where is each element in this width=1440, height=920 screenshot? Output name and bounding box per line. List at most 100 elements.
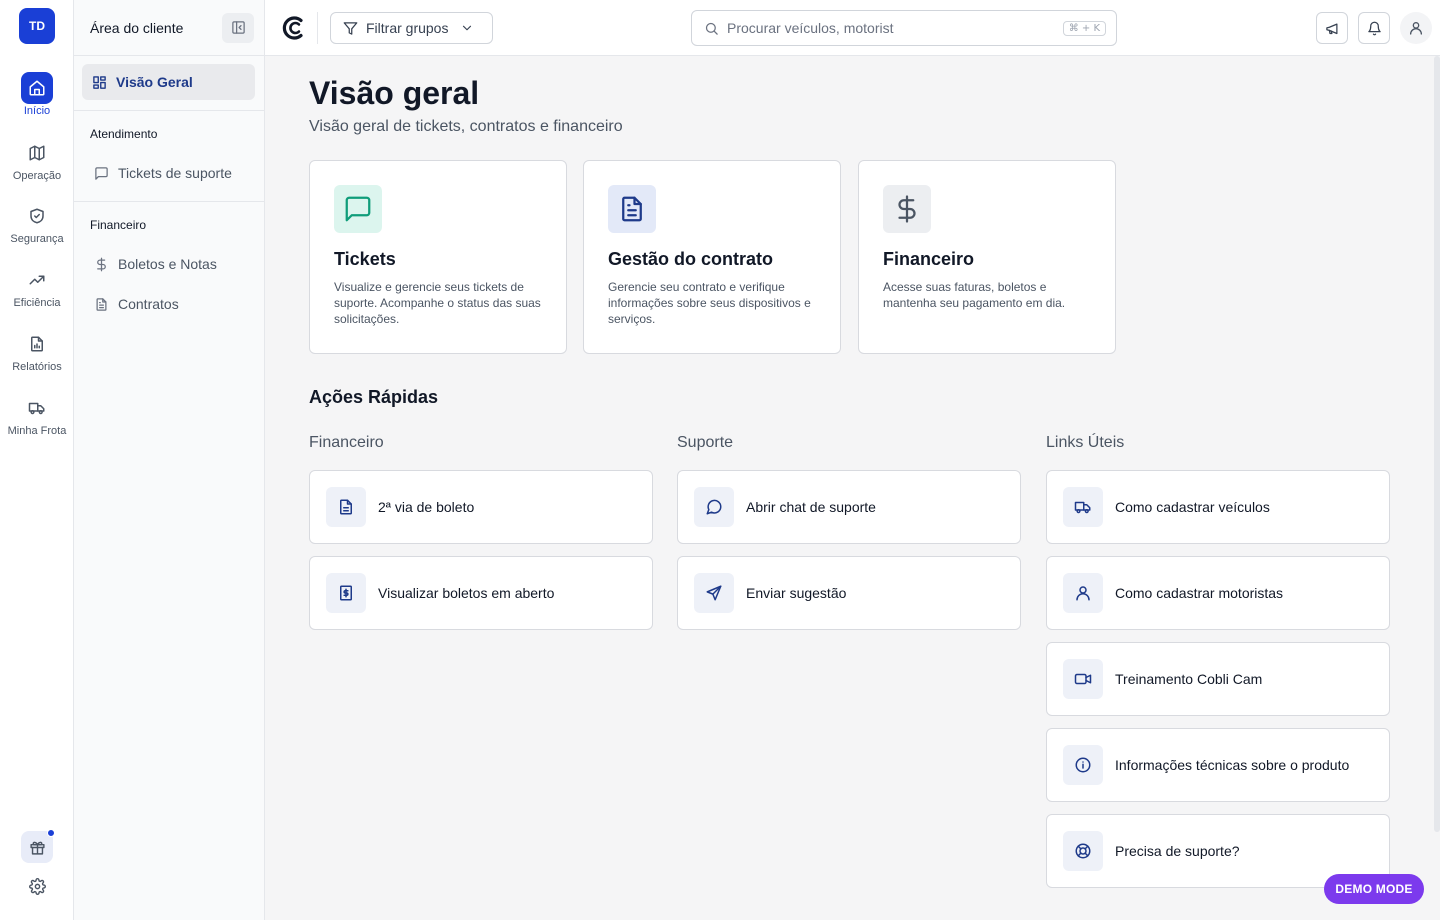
quick-action-enviar-sugestao[interactable]: Enviar sugestão: [677, 556, 1021, 630]
quick-action-label: Enviar sugestão: [746, 585, 847, 601]
demo-mode-badge[interactable]: DEMO MODE: [1324, 874, 1424, 904]
quick-action-cadastrar-motoristas[interactable]: Como cadastrar motoristas: [1046, 556, 1390, 630]
filter-icon: [343, 21, 358, 36]
sidebar-item-label: Boletos e Notas: [118, 256, 217, 272]
truck-icon: [21, 392, 53, 424]
message-circle-icon: [694, 487, 734, 527]
scrollbar[interactable]: [1434, 56, 1440, 832]
account-avatar[interactable]: TD: [19, 8, 55, 44]
quick-action-treinamento-cobli-cam[interactable]: Treinamento Cobli Cam: [1046, 642, 1390, 716]
settings-button[interactable]: [21, 870, 53, 902]
quick-actions-title: Ações Rápidas: [309, 387, 439, 407]
user-menu-button[interactable]: [1400, 12, 1432, 44]
card-description: Gerencie seu contrato e verifique inform…: [608, 280, 811, 326]
user-icon: [1408, 20, 1424, 36]
card-tickets[interactable]: Tickets Visualize e gerencie seus ticket…: [309, 160, 567, 354]
sidebar-item-tickets[interactable]: Tickets de suporte: [74, 153, 264, 193]
file-text-icon: [94, 297, 109, 312]
card-icon-container: [334, 185, 382, 233]
rail-label: Operação: [12, 170, 62, 182]
bell-icon: [1367, 21, 1382, 36]
quick-action-label: Visualizar boletos em aberto: [378, 585, 555, 601]
sidebar: Área do cliente Visão Geral Atendimento …: [74, 0, 265, 920]
search-input[interactable]: [727, 20, 1055, 36]
collapse-sidebar-button[interactable]: [222, 12, 254, 43]
truck-icon: [1063, 487, 1103, 527]
notifications-button[interactable]: [1358, 12, 1390, 44]
quick-action-abrir-chat[interactable]: Abrir chat de suporte: [677, 470, 1021, 544]
main-content: Visão geral Visão geral de tickets, cont…: [265, 56, 1440, 920]
quick-action-label: Precisa de suporte?: [1115, 843, 1240, 859]
quick-action-informacoes-tecnicas[interactable]: Informações técnicas sobre o produto: [1046, 728, 1390, 802]
sidebar-title: Área do cliente: [90, 19, 184, 36]
quick-action-segunda-via-boleto[interactable]: 2ª via de boleto: [309, 470, 653, 544]
receipt-icon: [326, 573, 366, 613]
sidebar-section-financeiro: Financeiro Boletos e Notas Contratos: [74, 201, 264, 332]
rail-item-relatorios[interactable]: Relatórios: [0, 328, 74, 373]
quick-action-cadastrar-veiculos[interactable]: Como cadastrar veículos: [1046, 470, 1390, 544]
card-title: Financeiro: [883, 249, 975, 269]
grid-icon: [92, 75, 107, 90]
report-icon: [21, 328, 53, 360]
announcements-button[interactable]: [1316, 12, 1348, 44]
quick-action-label: Treinamento Cobli Cam: [1115, 671, 1263, 687]
dollar-icon: [94, 257, 109, 272]
sidebar-section-title: Financeiro: [90, 218, 147, 232]
message-square-icon: [343, 194, 373, 224]
rail-label: Relatórios: [12, 361, 62, 373]
card-gestao-contrato[interactable]: Gestão do contrato Gerencie seu contrato…: [583, 160, 841, 354]
column-title-suporte: Suporte: [677, 434, 734, 451]
keyboard-shortcut-hint: ⌘ + K: [1062, 20, 1106, 36]
sidebar-header: Área do cliente: [74, 0, 264, 56]
rail-item-seguranca[interactable]: Segurança: [0, 200, 74, 245]
page-subtitle: Visão geral de tickets, contratos e fina…: [309, 118, 623, 135]
trend-icon: [21, 264, 53, 296]
column-title-links-uteis: Links Úteis: [1046, 434, 1125, 451]
rail-label: Eficiência: [13, 297, 61, 309]
card-title: Tickets: [334, 249, 396, 269]
sidebar-section-title: Atendimento: [90, 127, 158, 141]
rail-item-inicio[interactable]: Início: [0, 72, 74, 117]
sidebar-item-visao-geral[interactable]: Visão Geral: [82, 64, 255, 100]
card-description: Visualize e gerencie seus tickets de sup…: [334, 280, 541, 326]
panel-collapse-icon: [231, 20, 246, 35]
gift-button[interactable]: [21, 829, 55, 863]
gear-icon: [28, 877, 46, 895]
user-icon: [1063, 573, 1103, 613]
sidebar-item-label: Tickets de suporte: [118, 165, 232, 181]
page-title: Visão geral: [309, 75, 480, 111]
quick-action-label: Abrir chat de suporte: [746, 499, 876, 515]
quick-action-label: Como cadastrar veículos: [1115, 499, 1270, 515]
message-square-icon: [94, 166, 109, 181]
home-icon: [21, 72, 53, 104]
quick-action-boletos-em-aberto[interactable]: Visualizar boletos em aberto: [309, 556, 653, 630]
info-icon: [1063, 745, 1103, 785]
top-bar: Filtrar grupos ⌘ + K: [265, 0, 1440, 56]
quick-action-label: Informações técnicas sobre o produto: [1115, 757, 1350, 773]
search-icon: [704, 21, 719, 36]
file-text-icon: [326, 487, 366, 527]
rail-label: Minha Frota: [7, 425, 67, 437]
filter-groups-label: Filtrar grupos: [366, 20, 449, 36]
search-box: ⌘ + K: [691, 10, 1117, 46]
notification-dot: [47, 829, 55, 837]
video-camera-icon: [1063, 659, 1103, 699]
divider: [317, 12, 318, 44]
sidebar-item-label: Visão Geral: [116, 74, 193, 90]
card-financeiro[interactable]: Financeiro Acesse suas faturas, boletos …: [858, 160, 1116, 354]
rail-item-minha-frota[interactable]: Minha Frota: [0, 392, 74, 437]
card-icon-container: [608, 185, 656, 233]
rail-item-eficiencia[interactable]: Eficiência: [0, 264, 74, 309]
dollar-icon: [892, 194, 922, 224]
sidebar-section-atendimento: Atendimento Tickets de suporte: [74, 110, 264, 201]
app-rail: TD Início Operação Segurança Eficiência …: [0, 0, 74, 920]
sidebar-item-contratos[interactable]: Contratos: [74, 284, 264, 324]
map-icon: [21, 137, 53, 169]
gift-icon: [29, 839, 46, 856]
rail-item-operacao[interactable]: Operação: [0, 137, 74, 182]
shield-icon: [21, 200, 53, 232]
sidebar-item-boletos[interactable]: Boletos e Notas: [74, 244, 264, 284]
brand-logo-icon[interactable]: [281, 14, 309, 42]
chevron-down-icon: [460, 21, 474, 35]
filter-groups-button[interactable]: Filtrar grupos: [330, 12, 493, 44]
